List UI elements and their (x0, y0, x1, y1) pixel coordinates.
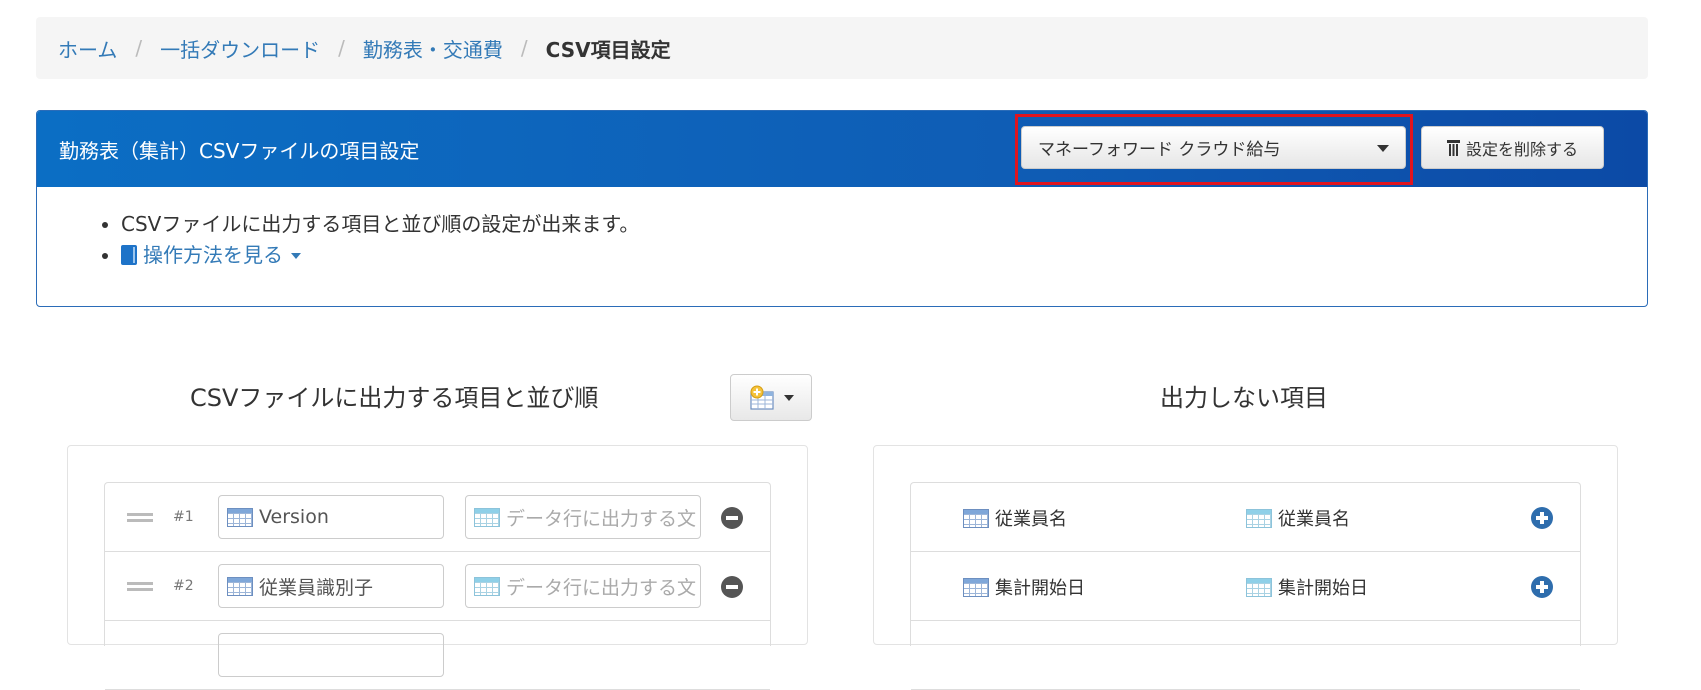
add-column-dropdown-button[interactable] (730, 374, 812, 421)
panel-title: 勤務表（集計）CSVファイルの項目設定 (59, 138, 420, 163)
header-text-input[interactable]: データ行に出力する文 (465, 564, 701, 608)
field-select-value: Version (259, 506, 329, 528)
panel-body: CSVファイルに出力する項目と並び順の設定が出来ます。 操作方法を見る (37, 187, 1647, 271)
list-item-partial (105, 621, 770, 690)
breadcrumb-separator: / (338, 36, 345, 60)
header-text-placeholder: データ行に出力する文 (506, 507, 697, 530)
add-item-icon[interactable] (1531, 576, 1553, 598)
breadcrumb-separator: / (135, 36, 143, 60)
excluded-header-label: 集計開始日 (1278, 578, 1368, 599)
delete-settings-label: 設定を削除する (1465, 139, 1578, 159)
table-icon (474, 507, 500, 527)
list-item-partial (911, 621, 1580, 690)
excluded-field: 集計開始日 (963, 574, 1085, 600)
breadcrumb-home[interactable]: ホーム (58, 34, 117, 63)
chevron-down-icon (784, 394, 794, 401)
drag-handle-icon[interactable] (127, 513, 153, 522)
excluded-header: 従業員名 (1246, 505, 1350, 531)
excluded-field: 従業員名 (963, 505, 1067, 531)
breadcrumb-bulk-download[interactable]: 一括ダウンロード (160, 34, 320, 63)
output-section-title: CSVファイルに出力する項目と並び順 (190, 384, 599, 412)
excluded-header-label: 従業員名 (1278, 509, 1350, 530)
breadcrumb: ホーム / 一括ダウンロード / 勤務表・交通費 / CSV項目設定 (36, 17, 1648, 79)
field-select[interactable]: 従業員識別子 (218, 564, 444, 608)
add-item-icon[interactable] (1531, 507, 1553, 529)
breadcrumb-separator: / (520, 36, 528, 60)
table-icon (963, 577, 989, 597)
list-item: 従業員名 従業員名 (911, 483, 1580, 552)
table-icon (1246, 508, 1272, 528)
drag-handle-icon[interactable] (127, 582, 153, 591)
list-item: 集計開始日 集計開始日 (911, 552, 1580, 621)
excluded-section-title: 出力しない項目 (1160, 384, 1328, 412)
highlight-box (1015, 114, 1413, 185)
delete-settings-button[interactable]: 設定を削除する (1421, 126, 1604, 169)
excluded-list-container: 従業員名 従業員名 集計開始日 集計開始日 (873, 445, 1618, 690)
settings-panel: 勤務表（集計）CSVファイルの項目設定 マネーフォワード クラウド給与 設定を削… (36, 110, 1648, 307)
help-link-label: 操作方法を見る (143, 243, 283, 267)
list-item: #2 従業員識別子 データ行に出力する文 (105, 552, 770, 621)
header-text-placeholder: データ行に出力する文 (506, 576, 697, 599)
output-list: #1 Version データ行に出力する文 #2 従業員識別子 データ行に出力す… (104, 482, 771, 690)
table-icon (474, 576, 500, 596)
row-number: #2 (173, 578, 194, 594)
table-icon (227, 507, 253, 527)
panel-header: 勤務表（集計）CSVファイルの項目設定 マネーフォワード クラウド給与 設定を削… (37, 111, 1647, 187)
table-icon (963, 508, 989, 528)
table-icon (227, 576, 253, 596)
book-icon (121, 245, 137, 265)
breadcrumb-timesheet[interactable]: 勤務表・交通費 (363, 34, 503, 63)
field-select[interactable]: Version (218, 495, 444, 539)
excluded-field-label: 従業員名 (995, 509, 1067, 530)
excluded-field-label: 集計開始日 (995, 578, 1085, 599)
table-icon (1246, 577, 1272, 597)
remove-item-icon[interactable] (721, 507, 743, 529)
excluded-header: 集計開始日 (1246, 574, 1368, 600)
row-number: #1 (173, 509, 194, 525)
header-text-input[interactable]: データ行に出力する文 (465, 495, 701, 539)
remove-item-icon[interactable] (721, 576, 743, 598)
add-column-icon (750, 385, 774, 410)
list-item: #1 Version データ行に出力する文 (105, 483, 770, 552)
description-text: CSVファイルに出力する項目と並び順の設定が出来ます。 (121, 209, 1647, 240)
excluded-list: 従業員名 従業員名 集計開始日 集計開始日 (910, 482, 1581, 690)
field-select-value: 従業員識別子 (259, 576, 374, 599)
help-item: 操作方法を見る (121, 240, 1647, 271)
field-select[interactable] (218, 633, 444, 677)
breadcrumb-current: CSV項目設定 (545, 37, 671, 62)
help-link[interactable]: 操作方法を見る (121, 243, 301, 267)
output-list-container: #1 Version データ行に出力する文 #2 従業員識別子 データ行に出力す… (67, 445, 808, 690)
trash-icon (1446, 139, 1460, 156)
chevron-down-icon (291, 253, 301, 259)
